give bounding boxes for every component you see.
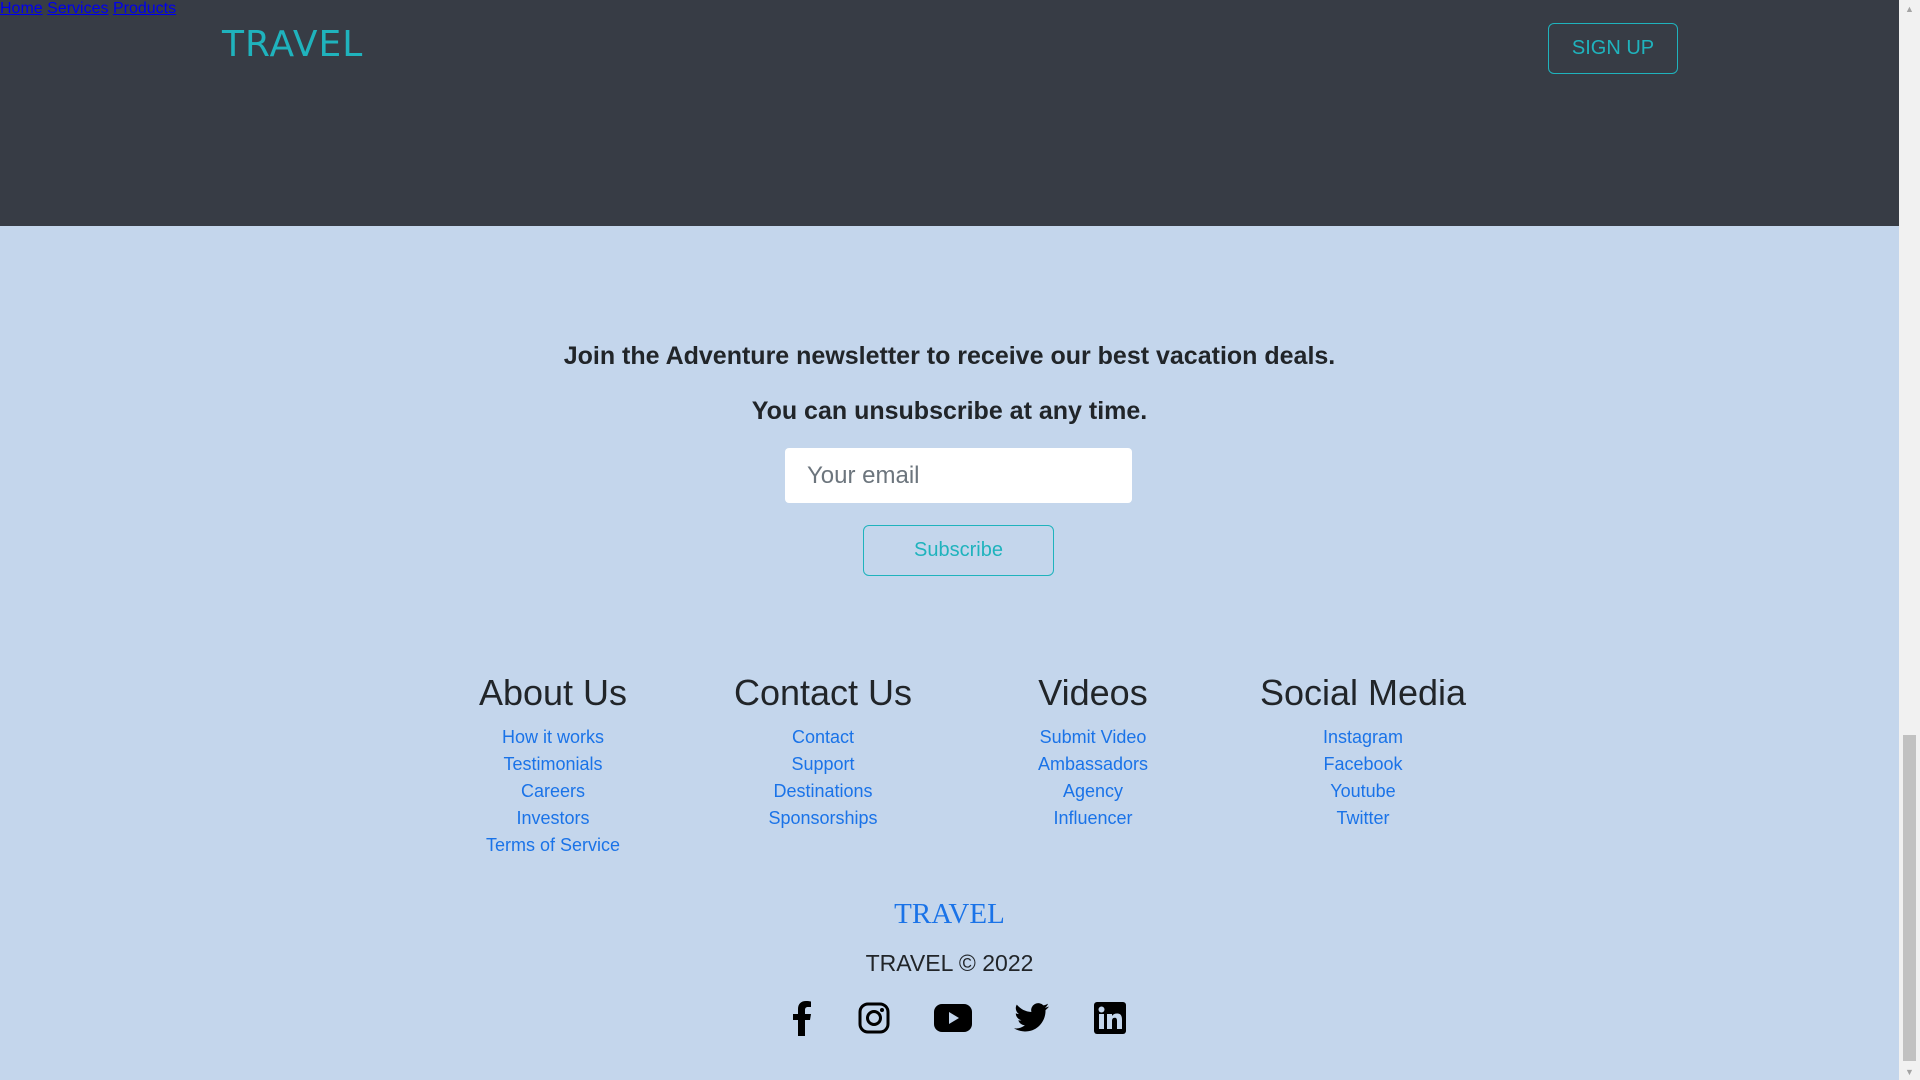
footer-links-contact: Contact Support Destinations Sponsorship…	[693, 724, 953, 832]
youtube-icon[interactable]	[931, 998, 975, 1038]
copyright-text: TRAVEL © 2022	[865, 950, 1034, 976]
nav-home[interactable]: Home	[0, 0, 43, 17]
email-input[interactable]	[785, 448, 1132, 503]
footer-links-videos: Submit Video Ambassadors Agency Influenc…	[963, 724, 1223, 832]
footer-column-videos: Videos Submit Video Ambassadors Agency I…	[963, 670, 1223, 832]
footer-link[interactable]: Twitter	[1336, 808, 1389, 828]
subscribe-button[interactable]: Subscribe	[863, 525, 1054, 576]
scroll-down-icon[interactable]: ▼	[1899, 1063, 1920, 1080]
footer-link[interactable]: Support	[791, 754, 854, 774]
footer-heading-social: Social Media	[1259, 672, 1467, 713]
footer-links-about: How it works Testimonials Careers Invest…	[423, 724, 683, 859]
footer-link[interactable]: Terms of Service	[486, 835, 620, 855]
signup-button[interactable]: SIGN UP	[1548, 23, 1678, 74]
footer-heading-videos: Videos	[1038, 672, 1148, 713]
footer-heading-about: About Us	[478, 672, 628, 713]
footer-column-contact: Contact Us Contact Support Destinations …	[693, 670, 953, 832]
footer-link[interactable]: Youtube	[1330, 781, 1395, 801]
footer-link[interactable]: Investors	[516, 808, 589, 828]
footer-link[interactable]: Submit Video	[1040, 727, 1147, 747]
footer-column-about: About Us How it works Testimonials Caree…	[423, 670, 683, 859]
main-nav: Home Services Products	[0, 0, 1899, 18]
footer-link[interactable]: Influencer	[1053, 808, 1132, 828]
footer-link[interactable]: Destinations	[773, 781, 872, 801]
footer-link[interactable]: How it works	[502, 727, 604, 747]
facebook-icon[interactable]	[782, 998, 822, 1038]
vertical-scrollbar[interactable]: ▲ ▼	[1899, 0, 1920, 1080]
twitter-icon[interactable]	[1012, 998, 1052, 1038]
footer-links-social: Instagram Facebook Youtube Twitter	[1233, 724, 1493, 832]
footer-link[interactable]: Agency	[1063, 781, 1123, 801]
footer-link[interactable]: Ambassadors	[1038, 754, 1148, 774]
footer-link[interactable]: Sponsorships	[768, 808, 877, 828]
footer-logo[interactable]: TRAVEL	[0, 898, 1899, 931]
site-logo[interactable]: TRAVEL	[222, 24, 363, 65]
nav-services[interactable]: Services	[47, 0, 108, 17]
header: TRAVEL Home Services Products SIGN UP	[0, 0, 1899, 226]
footer-link[interactable]: Facebook	[1323, 754, 1402, 774]
scrollbar-thumb[interactable]	[1903, 735, 1916, 1061]
footer-link[interactable]: Instagram	[1323, 727, 1403, 747]
footer-heading-contact: Contact Us	[733, 672, 913, 713]
footer-link[interactable]: Testimonials	[503, 754, 602, 774]
scroll-up-icon[interactable]: ▲	[1899, 0, 1920, 17]
footer-link[interactable]: Careers	[521, 781, 585, 801]
footer-link[interactable]: Contact	[792, 727, 854, 747]
linkedin-icon[interactable]	[1090, 998, 1130, 1038]
page: TRAVEL Home Services Products SIGN UP Jo…	[0, 0, 1899, 1080]
newsletter-subheading: You can unsubscribe at any time.	[751, 397, 1148, 425]
footer-column-social: Social Media Instagram Facebook Youtube …	[1233, 670, 1493, 832]
newsletter-heading: Join the Adventure newsletter to receive…	[563, 342, 1336, 370]
instagram-icon[interactable]	[854, 998, 894, 1038]
social-icons	[0, 998, 1899, 1038]
nav-products[interactable]: Products	[113, 0, 176, 17]
